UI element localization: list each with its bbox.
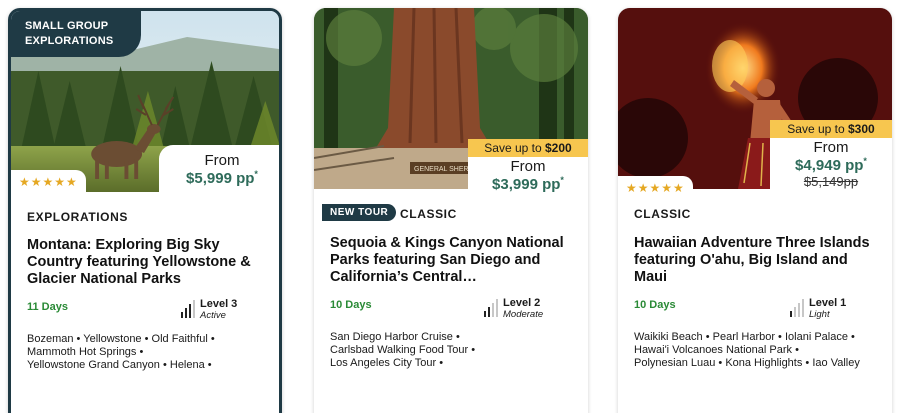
highlight-line: San Diego Harbor Cruise • [330, 331, 460, 343]
price-from-label: From [204, 152, 240, 169]
price-from-label: From [510, 158, 546, 175]
activity-level: Level 3 Active [181, 298, 237, 322]
highlight-line: Los Angeles City Tour • [330, 357, 444, 369]
original-price: $5,149pp [803, 174, 859, 189]
price-value: $5,999 pp* [186, 169, 258, 187]
tour-title[interactable]: Sequoia & Kings Canyon National Parks fe… [330, 235, 576, 286]
activity-level-desc: Light [809, 309, 830, 320]
price-value: $3,999 pp* [492, 175, 564, 193]
highlight-line: Bozeman • Yellowstone • Old Faithful • [27, 333, 215, 345]
save-badge: Save up to $300 [770, 120, 892, 138]
star-icons: ★★★★★ [19, 175, 78, 189]
tour-type: CLASSIC [634, 207, 691, 221]
activity-level-label: Level 2 [503, 297, 541, 309]
new-tour-badge: NEW TOUR [322, 204, 397, 221]
tour-type: CLASSIC [400, 207, 457, 221]
tour-type: EXPLORATIONS [27, 210, 128, 224]
price-box: From $5,999 pp* [159, 145, 279, 193]
activity-level-desc: Moderate [503, 309, 544, 320]
tour-highlights: San Diego Harbor Cruise • Carlsbad Walki… [330, 331, 580, 370]
save-badge: Save up to $200 [468, 139, 588, 157]
activity-level-label: Level 1 [809, 297, 847, 309]
activity-level-desc: Active [200, 310, 226, 321]
tour-highlights: Bozeman • Yellowstone • Old Faithful • M… [27, 333, 271, 372]
highlight-line: Polynesian Luau • Kona Highlights • Iao … [634, 357, 860, 369]
tour-card-montana[interactable]: SMALL GROUP EXPLORATIONS ★★★★★ From $5,9… [8, 8, 282, 413]
highlight-line: Yellowstone Grand Canyon • Helena • [27, 359, 212, 371]
tour-duration: 10 Days [330, 299, 372, 311]
price-from-label: From [813, 139, 849, 156]
highlight-line: Waikiki Beach • Pearl Harbor • Iolani Pa… [634, 331, 855, 343]
small-group-badge-text: SMALL GROUP EXPLORATIONS [25, 20, 114, 47]
activity-level: Level 1 Light [790, 297, 846, 321]
tour-card-sequoia[interactable]: GENERAL SHERMAN Save up to $200 From $3,… [314, 8, 588, 413]
tour-duration: 11 Days [27, 301, 68, 313]
price-box: From $3,999 pp* [468, 157, 588, 193]
small-group-badge: SMALL GROUP EXPLORATIONS [11, 11, 141, 57]
highlight-line: Carlsbad Walking Food Tour • [330, 344, 476, 356]
price-value: $4,949 pp* [795, 156, 867, 174]
activity-level-icon [484, 297, 498, 317]
highlight-line: Mammoth Hot Springs • [27, 346, 144, 358]
tour-duration: 10 Days [634, 299, 676, 311]
star-rating: ★★★★★ [618, 176, 693, 201]
tour-card-hawaii[interactable]: Save up to $300 ★★★★★ From $4,949 pp* $5… [618, 8, 892, 413]
activity-level: Level 2 Moderate [484, 297, 543, 321]
tour-title[interactable]: Hawaiian Adventure Three Islands featuri… [634, 235, 880, 286]
price-box: From $4,949 pp* $5,149pp [770, 138, 892, 194]
star-icons: ★★★★★ [626, 181, 685, 195]
activity-level-icon [790, 297, 804, 317]
activity-level-icon [181, 298, 195, 318]
tour-highlights: Waikiki Beach • Pearl Harbor • Iolani Pa… [634, 331, 884, 370]
highlight-line: Hawai'i Volcanoes National Park • [634, 344, 799, 356]
tour-title[interactable]: Montana: Exploring Big Sky Country featu… [27, 237, 267, 288]
star-rating: ★★★★★ [11, 170, 86, 195]
activity-level-label: Level 3 [200, 298, 238, 310]
